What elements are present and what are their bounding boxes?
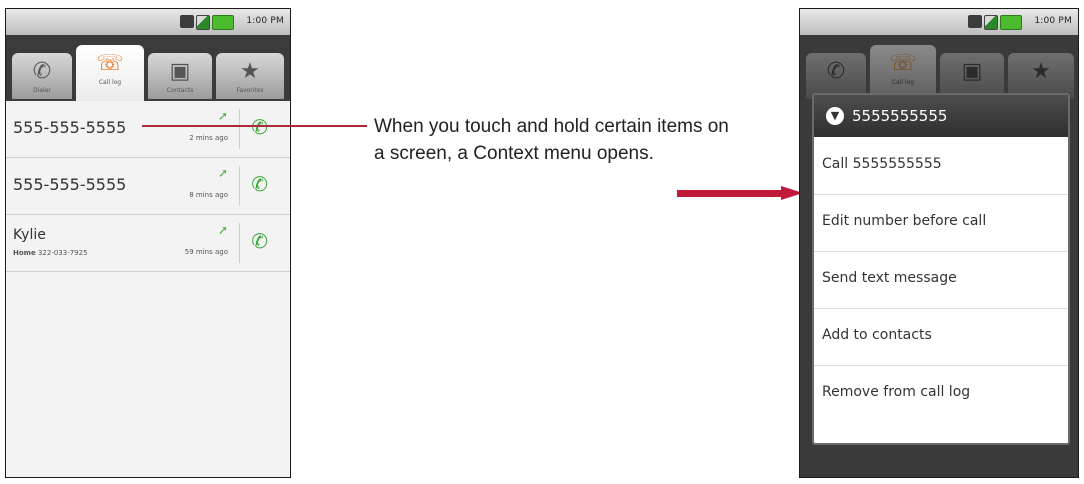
outgoing-call-icon: ➚ <box>217 109 228 123</box>
caller-detail-number: 322-033-7925 <box>37 249 88 257</box>
call-time: 8 mins ago <box>189 191 228 199</box>
menu-item-add-to-contacts[interactable]: Add to contacts <box>814 309 1068 366</box>
call-time: 2 mins ago <box>189 134 228 142</box>
status-time: 1:00 PM <box>246 16 284 26</box>
context-menu-title: 5555555555 <box>852 107 948 125</box>
sync-icon <box>180 15 194 28</box>
status-time: 1:00 PM <box>1034 16 1072 26</box>
call-log-screen: 1:00 PM ✆ Dialer ☏ Call log ▣ Contacts ★… <box>5 8 291 478</box>
signal-icon <box>984 15 998 30</box>
sync-icon <box>968 15 982 28</box>
tab-favorites[interactable]: ★ Favorites <box>216 53 284 99</box>
tab-contacts[interactable]: ▣ Contacts <box>148 53 212 99</box>
contacts-icon: ▣ <box>961 59 983 84</box>
menu-item-call[interactable]: Call 5555555555 <box>814 138 1068 195</box>
call-log-row[interactable]: 555-555-5555 ➚ 8 mins ago ✆ <box>6 158 290 215</box>
caller-detail: Home 322-033-7925 <box>13 249 88 257</box>
context-menu: ▼ 5555555555 Call 5555555555 Edit number… <box>812 93 1070 445</box>
call-time: 59 mins ago <box>184 248 228 256</box>
battery-icon <box>212 15 234 30</box>
menu-item-remove-from-log[interactable]: Remove from call log <box>814 366 1068 422</box>
star-icon: ★ <box>1031 59 1051 84</box>
number-type: Home <box>13 249 36 257</box>
row-divider <box>239 223 240 263</box>
battery-icon <box>1000 15 1022 30</box>
tab-dialer[interactable]: ✆ Dialer <box>12 53 72 99</box>
call-log-row[interactable]: 555-555-5555 ➚ 2 mins ago ✆ <box>6 101 290 158</box>
call-button-icon[interactable]: ✆ <box>251 172 268 196</box>
tab-call-log[interactable]: ☏ Call log <box>76 45 144 101</box>
menu-item-label: Edit number before call <box>822 213 987 229</box>
caller-number: 555-555-5555 <box>13 175 127 194</box>
menu-item-label: Call 5555555555 <box>822 156 942 172</box>
call-button-icon[interactable]: ✆ <box>251 229 268 253</box>
menu-item-edit-number[interactable]: Edit number before call <box>814 195 1068 252</box>
row-divider <box>239 166 240 206</box>
chevron-down-icon: ▼ <box>826 107 844 125</box>
call-log-list: 555-555-5555 ➚ 2 mins ago ✆ 555-555-5555… <box>6 101 290 477</box>
callout-leader-line <box>142 125 367 127</box>
menu-item-send-text[interactable]: Send text message <box>814 252 1068 309</box>
tab-strip: ✆ Dialer ☏ Call log ▣ Contacts ★ Favorit… <box>6 35 290 101</box>
menu-item-label: Remove from call log <box>822 384 971 400</box>
menu-item-label: Send text message <box>822 270 957 286</box>
star-icon: ★ <box>240 59 260 84</box>
caller-number: 555-555-5555 <box>13 118 127 137</box>
call-log-icon: ☏ <box>889 51 917 76</box>
tab-label: Dialer <box>33 87 51 94</box>
tab-label: Call log <box>891 79 915 86</box>
tab-label: Contacts <box>166 87 194 94</box>
call-log-row[interactable]: Kylie Home 322-033-7925 ➚ 59 mins ago ✆ <box>6 215 290 272</box>
context-menu-header: ▼ 5555555555 <box>814 95 1068 137</box>
contacts-icon: ▣ <box>169 59 191 84</box>
row-divider <box>239 109 240 149</box>
call-button-icon[interactable]: ✆ <box>251 115 268 139</box>
callout-arrow <box>677 190 783 197</box>
status-bar: 1:00 PM <box>6 9 290 35</box>
context-menu-screen: 1:00 PM ✆ ☏ Call log ▣ ★ ▼ 5555555555 Ca… <box>799 8 1079 478</box>
tab-label: Favorites <box>236 87 264 94</box>
outgoing-call-icon: ➚ <box>217 223 228 237</box>
call-log-icon: ☏ <box>96 51 124 76</box>
phone-icon: ✆ <box>32 59 52 84</box>
tab-label: Call log <box>98 79 122 86</box>
outgoing-call-icon: ➚ <box>217 166 228 180</box>
callout-text: When you touch and hold certain items on… <box>374 116 729 164</box>
status-bar: 1:00 PM <box>800 9 1078 35</box>
signal-icon <box>196 15 210 30</box>
phone-icon: ✆ <box>826 59 846 84</box>
caller-name: Kylie <box>13 227 46 243</box>
menu-item-label: Add to contacts <box>822 327 932 343</box>
